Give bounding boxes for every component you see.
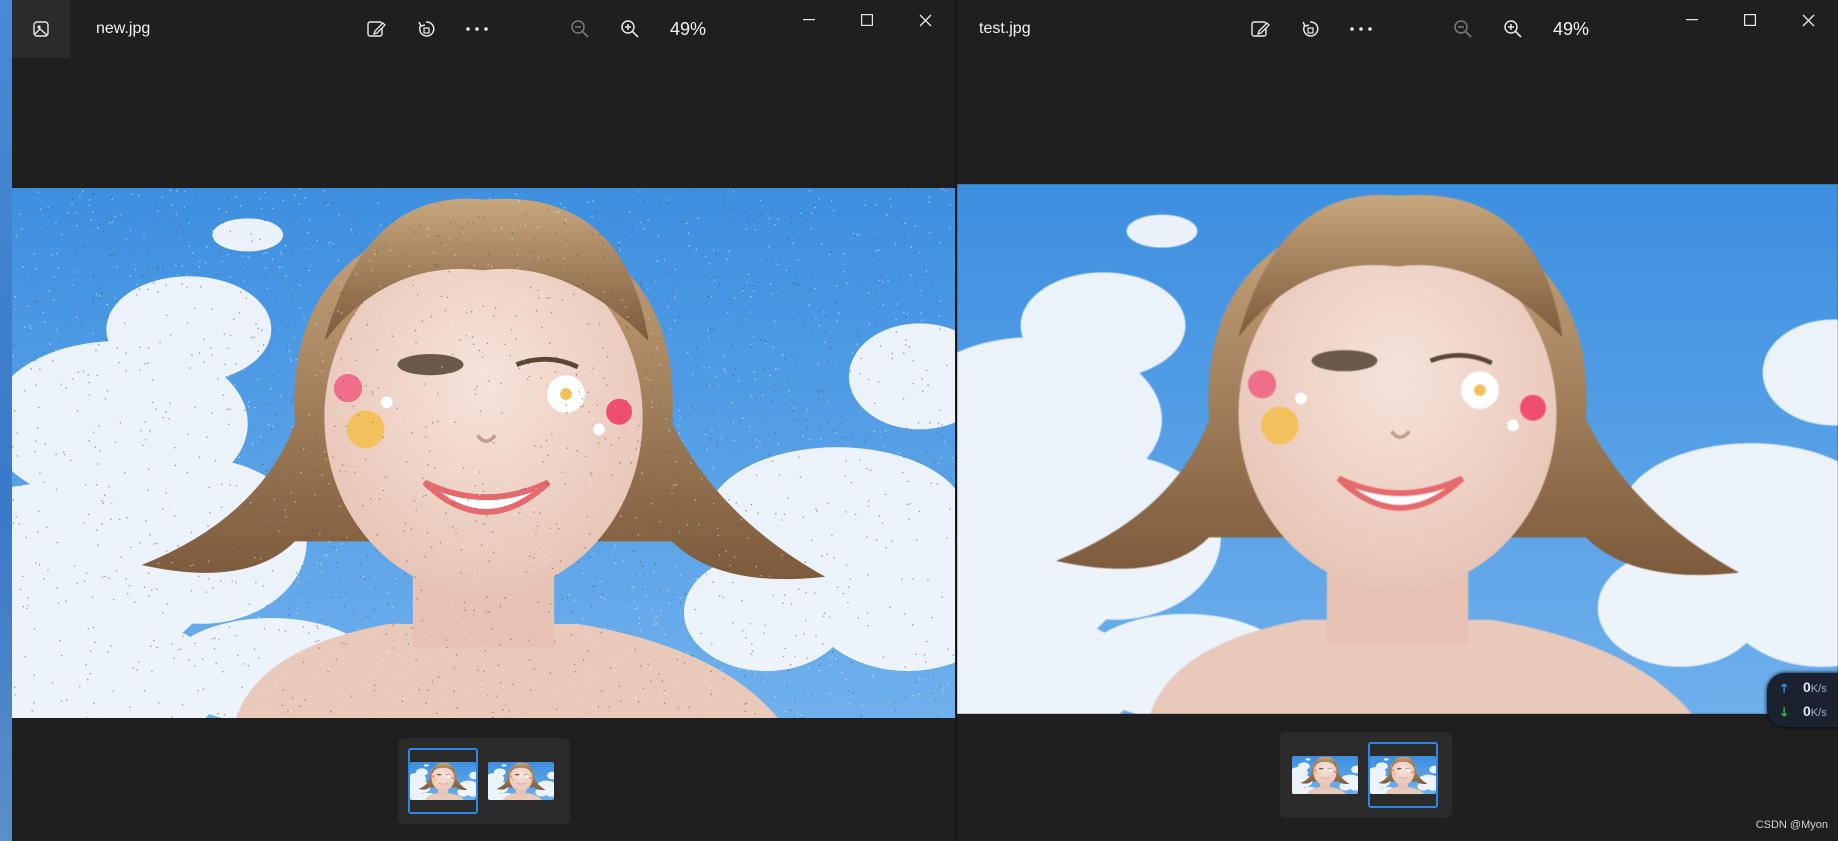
more-icon[interactable] (461, 14, 493, 44)
zoom-in-icon[interactable] (1497, 14, 1529, 44)
rotate-icon[interactable] (1294, 14, 1326, 44)
image-canvas[interactable] (957, 184, 1838, 714)
image-canvas[interactable] (12, 188, 955, 718)
title-bar[interactable]: new.jpg 49% (12, 0, 956, 58)
maximize-icon[interactable] (844, 4, 890, 36)
upload-arrow-icon: 🡑 (1781, 681, 1788, 695)
zoom-out-icon[interactable] (564, 14, 596, 44)
zoom-in-icon[interactable] (614, 14, 646, 44)
thumbnail-new[interactable] (1290, 742, 1360, 808)
edit-image-icon[interactable] (1244, 14, 1276, 44)
thumbnail-new[interactable] (408, 748, 478, 814)
upload-speed: 🡑 0K/s (1781, 679, 1827, 700)
rotate-icon[interactable] (410, 14, 442, 44)
file-name: test.jpg (979, 20, 1031, 37)
zoom-level: 49% (670, 19, 707, 39)
photo-viewer-window-right: test.jpg 49% (957, 0, 1838, 841)
maximize-icon[interactable] (1727, 4, 1773, 36)
edit-image-icon[interactable] (360, 14, 392, 44)
portrait-image (957, 184, 1838, 714)
download-arrow-icon: 🡓 (1781, 705, 1788, 719)
zoom-level: 49% (1553, 19, 1590, 39)
photo-viewer-window-left: new.jpg 49% (12, 0, 957, 841)
network-speed-widget[interactable]: 🡑 0K/s 🡓 0K/s (1767, 673, 1838, 727)
title-bar[interactable]: test.jpg 49% (957, 0, 1838, 58)
more-icon[interactable] (1345, 14, 1377, 44)
thumbnail-test[interactable] (1368, 742, 1438, 808)
filmstrip (1280, 732, 1452, 818)
thumbnail-test[interactable] (486, 748, 556, 814)
photos-app-icon[interactable] (12, 0, 70, 58)
download-speed: 🡓 0K/s (1781, 703, 1827, 724)
close-icon[interactable] (1785, 4, 1831, 36)
close-icon[interactable] (902, 4, 948, 36)
minimize-icon[interactable] (1669, 4, 1715, 36)
minimize-icon[interactable] (786, 4, 832, 36)
filmstrip (398, 738, 570, 824)
desktop-background-strip (0, 0, 12, 841)
watermark: CSDN @Myon⁠ (1755, 819, 1828, 831)
zoom-out-icon[interactable] (1447, 14, 1479, 44)
file-name: new.jpg (96, 20, 151, 37)
portrait-image (12, 188, 955, 718)
